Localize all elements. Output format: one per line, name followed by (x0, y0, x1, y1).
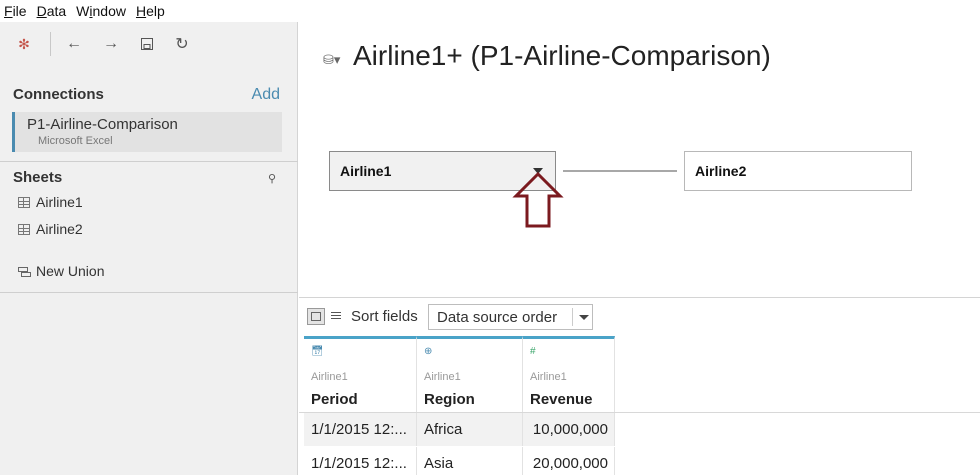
column-header-period[interactable]: 📅︎ Airline1 Period (304, 336, 417, 412)
section-divider (0, 161, 298, 162)
data-table: 📅︎ Airline1 Period ⊕ Airline1 Region # A… (299, 336, 980, 475)
connection-item[interactable]: P1-Airline-Comparison Microsoft Excel (12, 112, 282, 152)
refresh-icon[interactable]: ↻ (172, 34, 192, 54)
column-header-region[interactable]: ⊕ Airline1 Region (417, 336, 523, 412)
sheet-item-airline2[interactable]: Airline2 (18, 219, 83, 239)
column-field: Revenue (530, 391, 593, 408)
add-connection-link[interactable]: Add (252, 86, 280, 104)
sort-select-value: Data source order (437, 309, 558, 326)
grid-view-toggle-icon[interactable] (307, 308, 325, 325)
table-name: Airline1 (340, 163, 392, 179)
data-source-title[interactable]: Airline1+ (P1-Airline-Comparison) (353, 40, 771, 72)
menu-bar: File Data Window Help (0, 0, 980, 22)
back-arrow-icon[interactable]: ← (64, 34, 84, 54)
table-cell[interactable]: 10,000,000 (523, 413, 615, 446)
union-icon (18, 266, 31, 277)
search-icon[interactable]: ⚲ (268, 172, 276, 185)
sheet-table-icon (18, 196, 30, 208)
join-canvas: ⛁▾ Airline1+ (P1-Airline-Comparison) Air… (299, 22, 980, 297)
column-field: Period (311, 391, 358, 408)
sheet-item-airline1[interactable]: Airline1 (18, 192, 83, 212)
column-source: Airline1 (424, 371, 461, 383)
chevron-down-icon[interactable] (579, 315, 589, 320)
new-union-label: New Union (36, 263, 105, 279)
column-field: Region (424, 391, 475, 408)
sheets-heading: Sheets (13, 169, 63, 186)
column-source: Airline1 (311, 371, 348, 383)
select-divider (572, 308, 573, 326)
number-icon[interactable]: # (530, 346, 536, 357)
data-grid-panel: Sort fields Data source order 📅︎ Airline… (299, 297, 980, 475)
connections-heading: Connections (13, 86, 104, 103)
menu-help[interactable]: Help (136, 3, 165, 19)
connection-type: Microsoft Excel (38, 135, 113, 147)
sort-fields-select[interactable]: Data source order (428, 304, 593, 330)
forward-arrow-icon[interactable]: → (101, 34, 121, 54)
menu-data[interactable]: Data (37, 3, 67, 19)
sort-fields-label: Sort fields (351, 308, 418, 325)
date-time-icon[interactable]: 📅︎ (311, 346, 324, 357)
table-cell[interactable]: 20,000,000 (523, 447, 615, 475)
connection-name: P1-Airline-Comparison (27, 116, 178, 133)
save-icon[interactable] (137, 34, 157, 54)
table-cell[interactable]: Asia (417, 447, 523, 475)
toolbar-divider (50, 32, 51, 56)
data-source-sidebar: ✻ ← → ↻ Connections Add P1-Airline-Compa… (0, 22, 298, 475)
column-header-revenue[interactable]: # Airline1 Revenue (523, 336, 615, 412)
menu-file[interactable]: File (4, 3, 27, 19)
sheet-label: Airline1 (36, 194, 83, 210)
table-cell[interactable]: 1/1/2015 12:... (304, 447, 417, 475)
table-cell[interactable]: 1/1/2015 12:... (304, 413, 417, 446)
list-view-toggle-icon[interactable] (331, 311, 341, 321)
tableau-logo-icon[interactable]: ✻ (14, 34, 34, 54)
table-airline2[interactable]: Airline2 (684, 151, 912, 191)
toolbar: ✻ ← → ↻ (0, 22, 298, 66)
datasource-cylinder-icon[interactable]: ⛁▾ (323, 52, 340, 68)
annotation-up-arrow-icon (512, 172, 564, 228)
section-divider (0, 292, 298, 293)
globe-icon[interactable]: ⊕ (424, 346, 432, 357)
table-cell[interactable]: Africa (417, 413, 523, 446)
column-source: Airline1 (530, 371, 567, 383)
menu-window[interactable]: Window (76, 3, 126, 19)
table-name: Airline2 (695, 163, 747, 179)
join-connector[interactable] (563, 170, 677, 172)
sheet-table-icon (18, 223, 30, 235)
sheet-label: Airline2 (36, 221, 83, 237)
new-union-item[interactable]: New Union (18, 261, 104, 281)
